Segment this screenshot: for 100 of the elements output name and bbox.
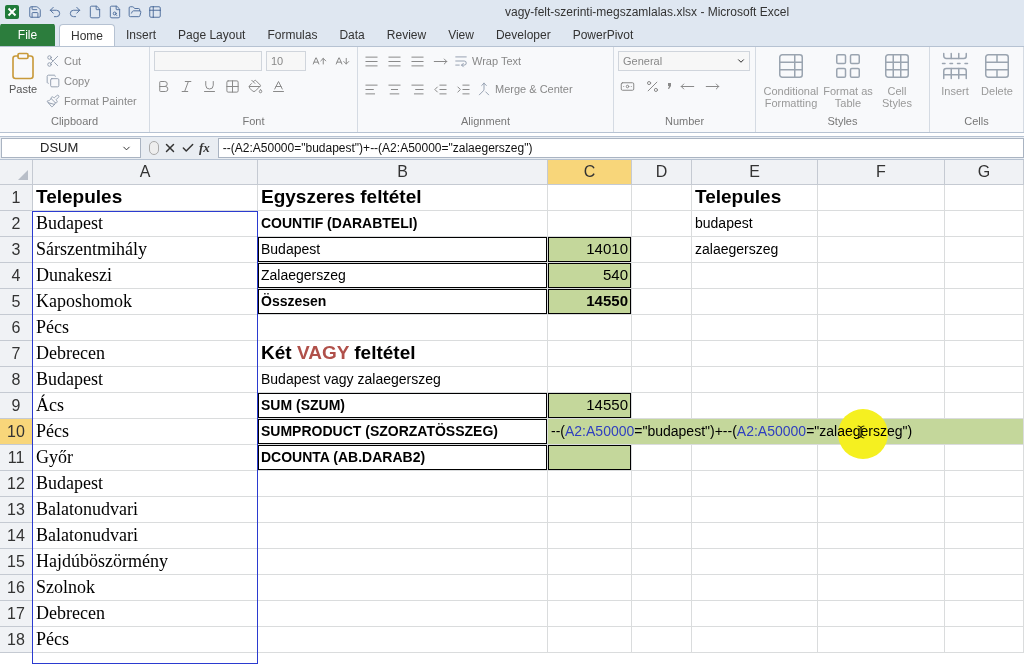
- file-tab[interactable]: File: [0, 23, 55, 46]
- ribbon-tab[interactable]: Insert: [115, 24, 168, 46]
- table-cell: [632, 627, 692, 653]
- underline-icon[interactable]: [202, 79, 217, 94]
- cut-button[interactable]: Cut: [46, 51, 137, 71]
- cell-text: Telepules: [695, 185, 782, 210]
- row-header[interactable]: 12: [0, 471, 33, 497]
- undo-icon[interactable]: [48, 5, 62, 19]
- cell-text: Telepules: [36, 185, 123, 210]
- wrap-text-button[interactable]: Wrap Text: [454, 51, 522, 71]
- cell-text: Szolnok: [36, 576, 95, 599]
- cell-text: 14550: [586, 395, 628, 416]
- font-name-field[interactable]: [154, 51, 262, 71]
- font-size-field[interactable]: 10: [266, 51, 306, 71]
- paste-button[interactable]: Paste: [4, 51, 42, 98]
- ribbon-tab[interactable]: Page Layout: [167, 24, 257, 46]
- cell-text: Balatonudvari: [36, 498, 138, 521]
- row-header[interactable]: 5: [0, 289, 33, 315]
- table-icon[interactable]: [148, 5, 162, 19]
- row-header[interactable]: 2: [0, 211, 33, 237]
- decrease-indent-icon[interactable]: [433, 81, 448, 97]
- middle-align-icon[interactable]: [387, 53, 402, 69]
- row-header[interactable]: 18: [0, 627, 33, 653]
- table-cell: [632, 575, 692, 601]
- cancel-icon[interactable]: [163, 141, 177, 155]
- group-label: Cells: [963, 114, 990, 129]
- row-header[interactable]: 10: [0, 419, 33, 445]
- row-header[interactable]: 17: [0, 601, 33, 627]
- column-header[interactable]: E: [692, 160, 818, 185]
- top-align-icon[interactable]: [364, 53, 379, 69]
- app-logo-icon: [4, 4, 20, 20]
- dropdown-caret-icon[interactable]: [736, 56, 746, 66]
- ribbon-tab[interactable]: Review: [375, 24, 438, 46]
- cell-text: Balatonudvari: [36, 524, 138, 547]
- center-icon[interactable]: [387, 81, 402, 97]
- copy-button[interactable]: Copy: [46, 71, 137, 91]
- increase-indent-icon[interactable]: [456, 81, 471, 97]
- currency-icon[interactable]: [620, 79, 635, 94]
- cell-text: SUMPRODUCT (SZORZATÖSSZEG): [261, 422, 498, 441]
- row-header[interactable]: 4: [0, 263, 33, 289]
- row-header[interactable]: 14: [0, 523, 33, 549]
- row-header[interactable]: 9: [0, 393, 33, 419]
- row-header[interactable]: 7: [0, 341, 33, 367]
- comma-style-icon[interactable]: [668, 83, 672, 90]
- row-header[interactable]: 6: [0, 315, 33, 341]
- fill-color-icon[interactable]: [248, 79, 263, 94]
- table-cell: [632, 367, 692, 393]
- ribbon-tab[interactable]: Developer: [484, 24, 562, 46]
- cell-text: Budapest: [261, 240, 321, 259]
- row-header[interactable]: 16: [0, 575, 33, 601]
- ribbon-tab[interactable]: PowerPivot: [561, 24, 645, 46]
- italic-icon[interactable]: [179, 79, 194, 94]
- check-icon[interactable]: [181, 141, 195, 155]
- column-header[interactable]: G: [945, 160, 1024, 185]
- row-header[interactable]: 13: [0, 497, 33, 523]
- row-header[interactable]: 3: [0, 237, 33, 263]
- print-preview-icon[interactable]: [108, 5, 122, 19]
- merge-center-button[interactable]: Merge & Center: [477, 79, 573, 99]
- borders-icon[interactable]: [225, 79, 240, 94]
- save-icon[interactable]: [28, 5, 42, 19]
- align-right-icon[interactable]: [410, 81, 425, 97]
- row-header[interactable]: 11: [0, 445, 33, 471]
- percent-icon[interactable]: [645, 79, 660, 94]
- cell-text: 540: [602, 265, 628, 286]
- wrap-text-icon: [454, 54, 468, 68]
- bold-icon[interactable]: [156, 79, 171, 94]
- select-all-icon[interactable]: [18, 170, 28, 180]
- open-folder-icon[interactable]: [128, 5, 142, 19]
- column-header[interactable]: B: [258, 160, 548, 185]
- ribbon-tab[interactable]: Home: [59, 24, 115, 46]
- cell-text: SUM (SZUM): [261, 396, 345, 415]
- formula-field[interactable]: --(A2:A50000="budapest")+--(A2:A50000="zalaegerszeg"): [217, 138, 1024, 158]
- group-label: Font: [241, 114, 266, 129]
- cell-text: Egyszeres feltétel: [261, 185, 422, 210]
- column-header[interactable]: D: [632, 160, 692, 185]
- table-cell: [632, 471, 692, 497]
- redo-icon[interactable]: [68, 5, 82, 19]
- cell-text: zalaegerszeg: [695, 240, 779, 259]
- cell-text: Budapest: [36, 212, 103, 235]
- column-header[interactable]: A: [33, 160, 258, 185]
- new-file-icon[interactable]: [88, 5, 102, 19]
- column-header[interactable]: C: [548, 160, 632, 185]
- insert-function-button[interactable]: fx: [199, 138, 210, 158]
- group-label: Clipboard: [49, 114, 100, 129]
- ribbon-tab[interactable]: Data: [328, 24, 376, 46]
- cell-text: Hajdúböszörmény: [36, 550, 168, 573]
- column-header[interactable]: F: [818, 160, 945, 185]
- cell-text: Dunakeszi: [36, 264, 112, 287]
- ribbon-tab[interactable]: View: [437, 24, 485, 46]
- ribbon-tab[interactable]: Formulas: [256, 24, 329, 46]
- row-header[interactable]: 8: [0, 367, 33, 393]
- row-header[interactable]: 15: [0, 549, 33, 575]
- format-painter-icon: [46, 94, 60, 108]
- align-left-icon[interactable]: [364, 81, 379, 97]
- format-painter-button[interactable]: Format Painter: [46, 91, 137, 111]
- table-cell: [632, 497, 692, 523]
- font-color-icon[interactable]: [271, 79, 286, 94]
- bottom-align-icon[interactable]: [410, 53, 425, 69]
- row-header[interactable]: 1: [0, 185, 33, 211]
- group-label: Number: [663, 114, 706, 129]
